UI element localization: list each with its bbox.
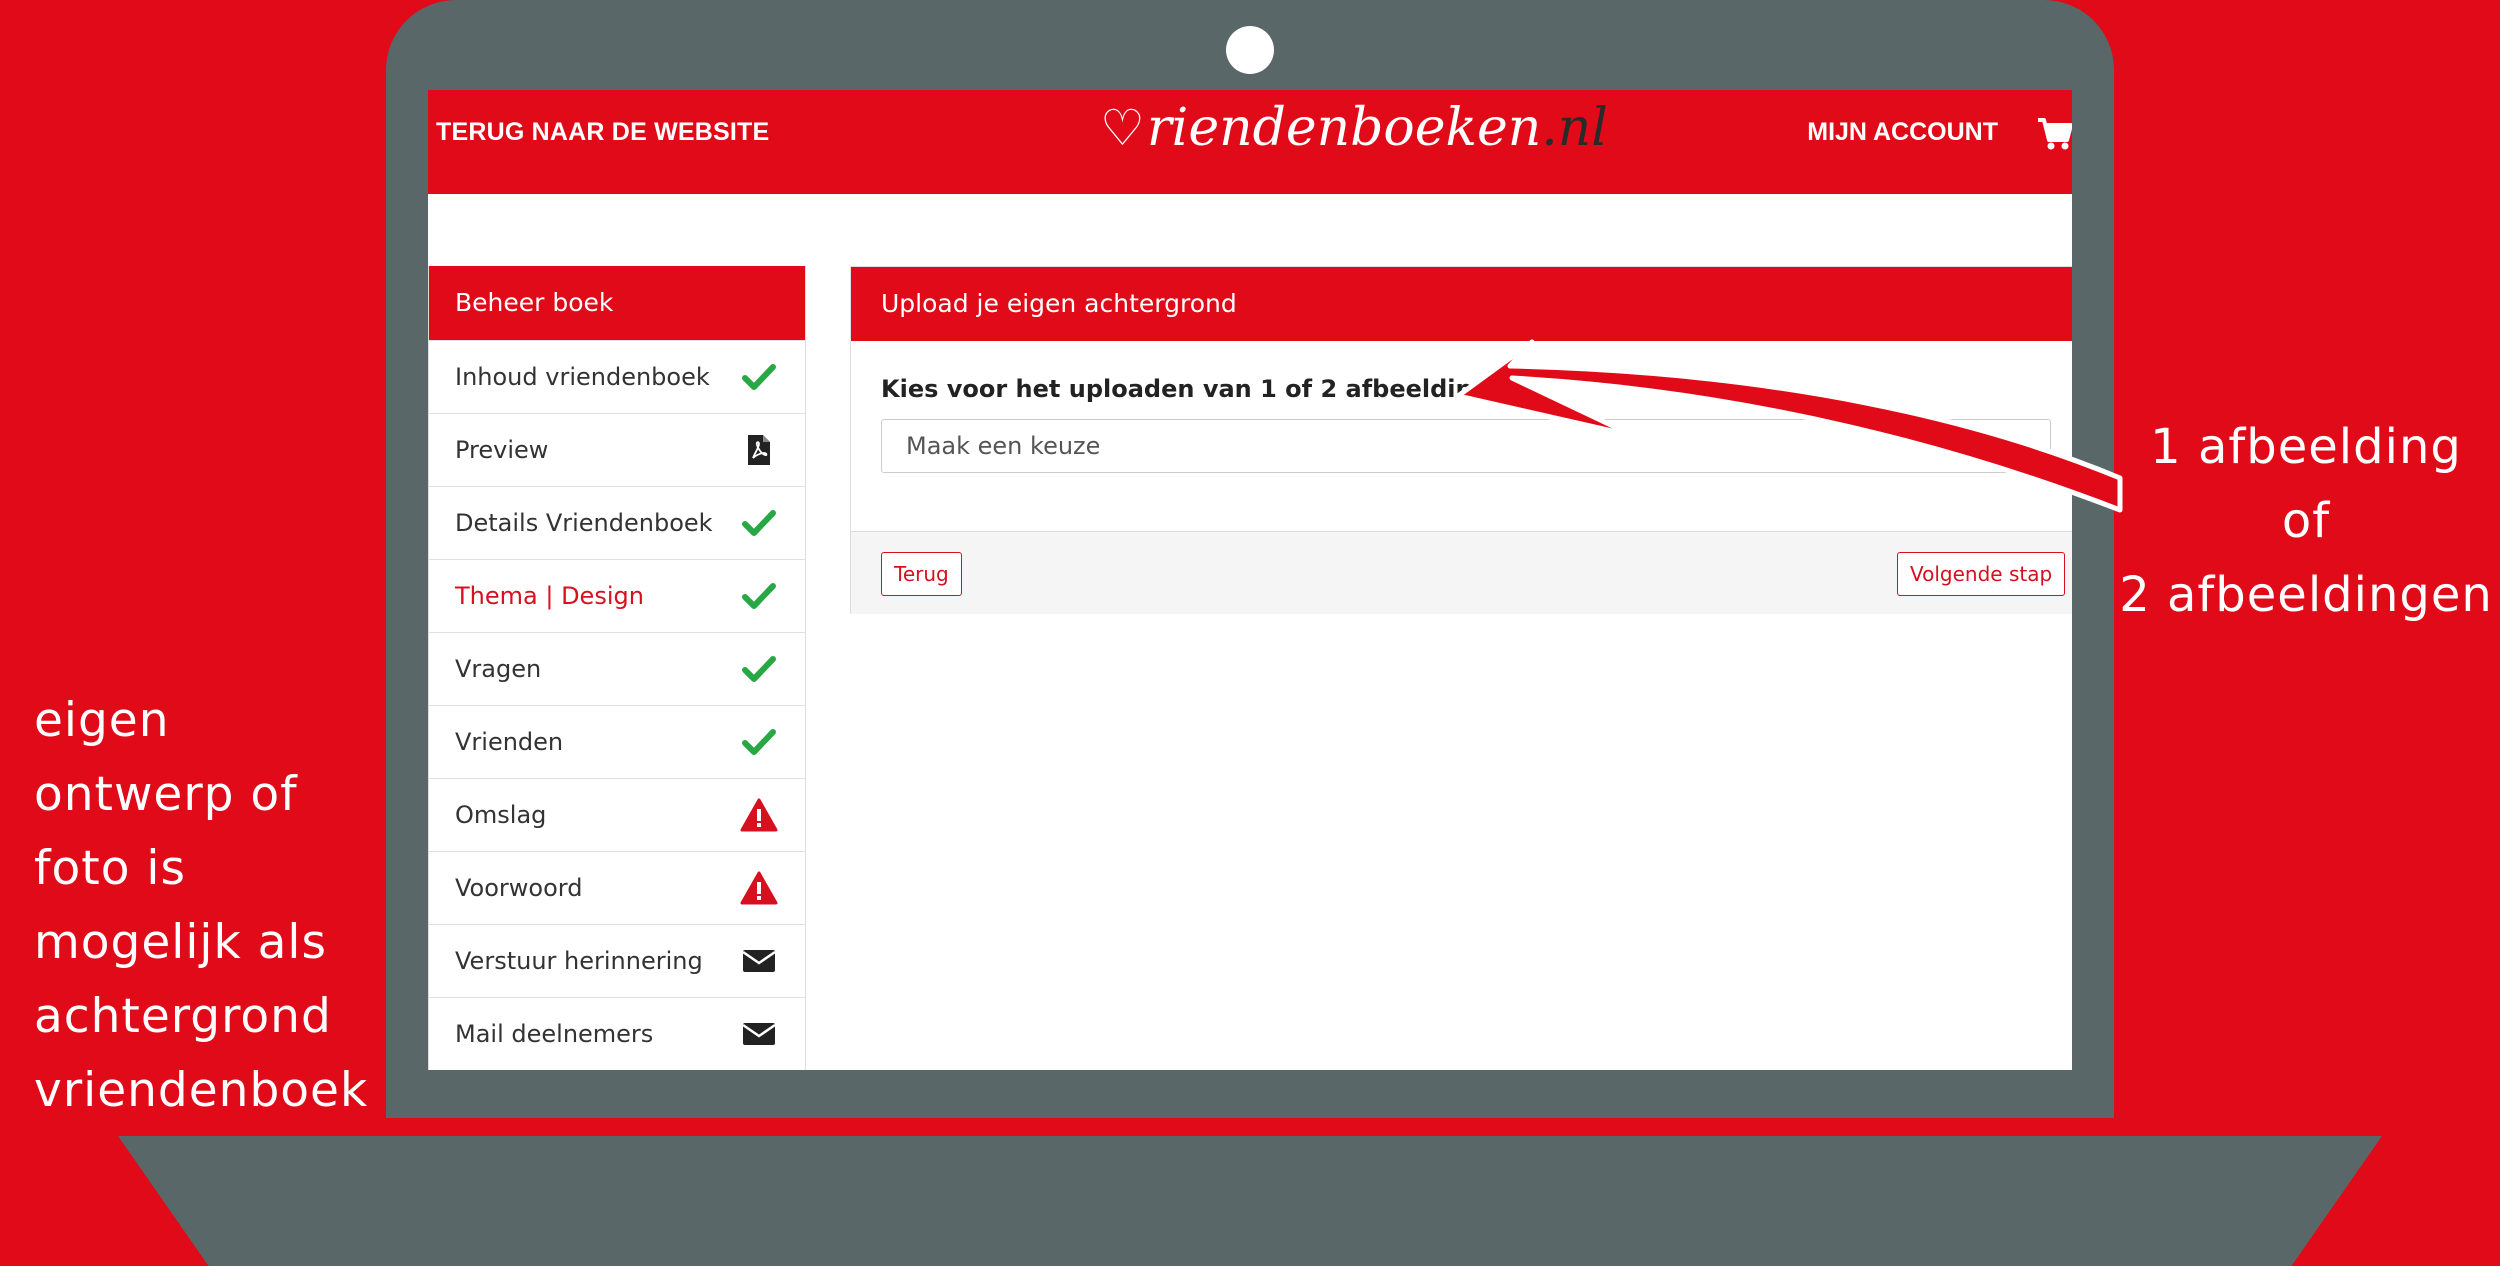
annotation-left-line: eigen xyxy=(34,693,170,748)
annotation-left-line: achtergrond xyxy=(34,989,332,1044)
annotation-right-line: of xyxy=(2281,493,2331,549)
annotation-left-line: foto is xyxy=(34,841,186,896)
annotation-right-line: 1 afbeelding xyxy=(2150,419,2462,475)
annotation-right: 1 afbeelding of 2 afbeeldingen xyxy=(2112,410,2500,632)
annotation-left-line: vriendenboek xyxy=(34,1063,369,1118)
annotation-right-line: 2 afbeeldingen xyxy=(2119,567,2493,623)
annotation-left-line: mogelijk als xyxy=(34,915,327,970)
annotation-left: eigen ontwerp of foto is mogelijk als ac… xyxy=(34,684,368,1128)
annotation-left-line: ontwerp of xyxy=(34,767,298,822)
